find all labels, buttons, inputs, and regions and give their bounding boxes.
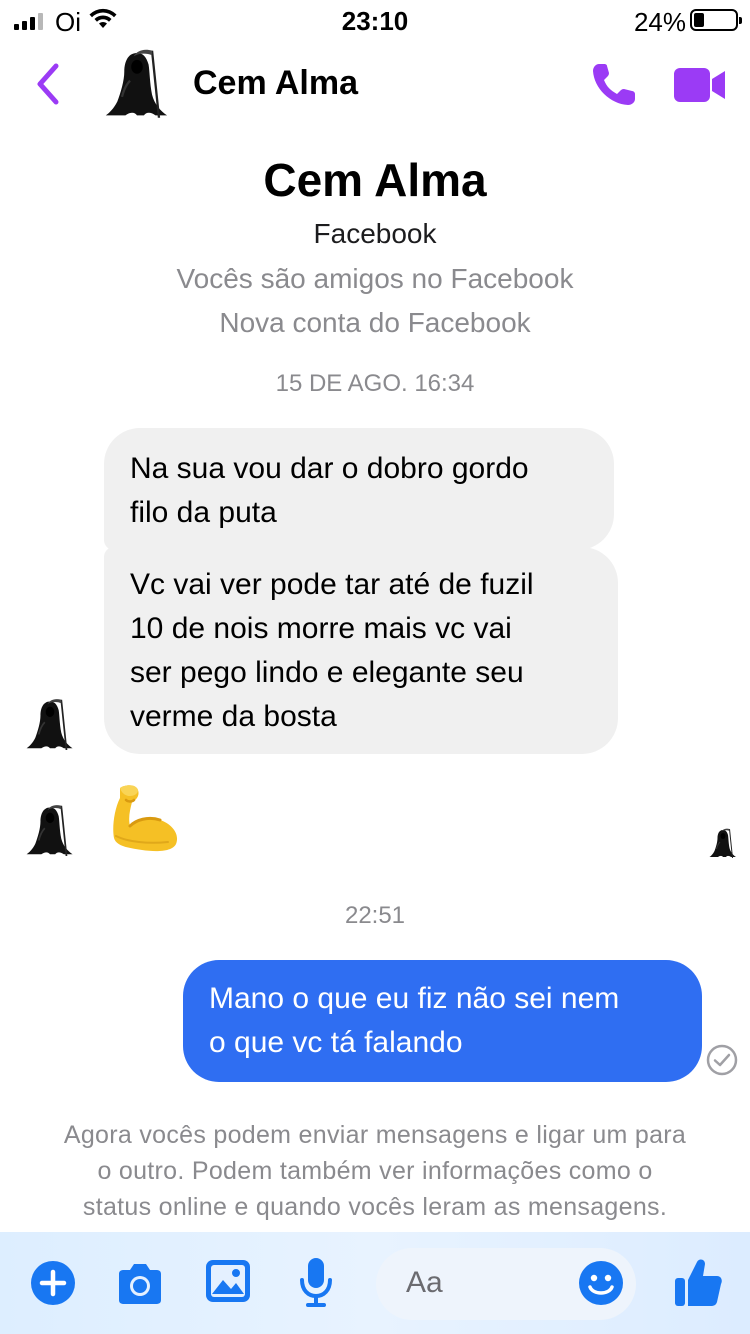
message-timestamp: 15 DE AGO. 16:34: [275, 370, 475, 397]
conversation-header: Cem Alma: [0, 40, 750, 128]
friend-status: Vocês são amigos no Facebook: [176, 263, 574, 294]
incoming-message-bubble[interactable]: Vc vai ver pode tar até de fuzil 10 de n…: [104, 547, 618, 754]
connection-notice: Agora vocês podem enviar mensagens e lig…: [30, 1117, 720, 1225]
flexed-biceps-emoji[interactable]: [108, 780, 184, 856]
message-timestamp: 22:51: [344, 902, 406, 929]
message-line: filo da puta: [130, 496, 277, 529]
header-contact-name[interactable]: Cem Alma: [193, 64, 358, 103]
message-input-placeholder: Aa: [406, 1266, 443, 1299]
status-bar: Oi 23:10 24%: [0, 0, 750, 40]
delivered-check-icon: [706, 1044, 738, 1076]
message-line: o que vc tá falando: [209, 1026, 463, 1059]
notice-line: o outro. Podem também ver informações co…: [97, 1157, 653, 1185]
profile-platform: Facebook: [313, 218, 437, 249]
message-line: Vc vai ver pode tar até de fuzil: [130, 568, 534, 601]
sender-avatar[interactable]: [24, 802, 76, 858]
emoji-icon[interactable]: [578, 1260, 624, 1306]
video-camera-icon[interactable]: [672, 66, 728, 104]
plus-icon[interactable]: [30, 1260, 76, 1306]
thumbs-up-icon[interactable]: [673, 1256, 723, 1308]
outgoing-message-bubble[interactable]: Mano o que eu fiz não sei nem o que vc t…: [183, 960, 702, 1082]
battery-icon: [690, 9, 742, 31]
message-line: ser pego lindo e elegante seu: [130, 656, 524, 689]
notice-line: Agora vocês podem enviar mensagens e lig…: [63, 1121, 687, 1149]
message-line: Mano o que eu fiz não sei nem: [209, 982, 620, 1015]
profile-name: Cem Alma: [263, 154, 487, 206]
camera-icon[interactable]: [115, 1262, 165, 1306]
battery-percentage: 24%: [633, 7, 686, 37]
contact-avatar[interactable]: [100, 46, 174, 120]
message-line: verme da bosta: [130, 700, 337, 733]
sender-avatar[interactable]: [24, 696, 76, 752]
microphone-icon[interactable]: [298, 1256, 334, 1308]
account-note: Nova conta do Facebook: [219, 307, 531, 338]
phone-icon[interactable]: [588, 60, 640, 110]
notice-line: status online e quando vocês leram as me…: [82, 1193, 668, 1221]
photo-icon[interactable]: [204, 1258, 252, 1304]
message-composer: Aa: [0, 1232, 750, 1334]
message-line: 10 de nois morre mais vc vai: [130, 612, 512, 645]
incoming-message-bubble[interactable]: Na sua vou dar o dobro gordo filo da put…: [104, 428, 614, 550]
back-chevron-left-icon[interactable]: [30, 60, 70, 108]
message-line: Na sua vou dar o dobro gordo: [130, 452, 529, 485]
seen-indicator-avatar: [708, 826, 738, 860]
